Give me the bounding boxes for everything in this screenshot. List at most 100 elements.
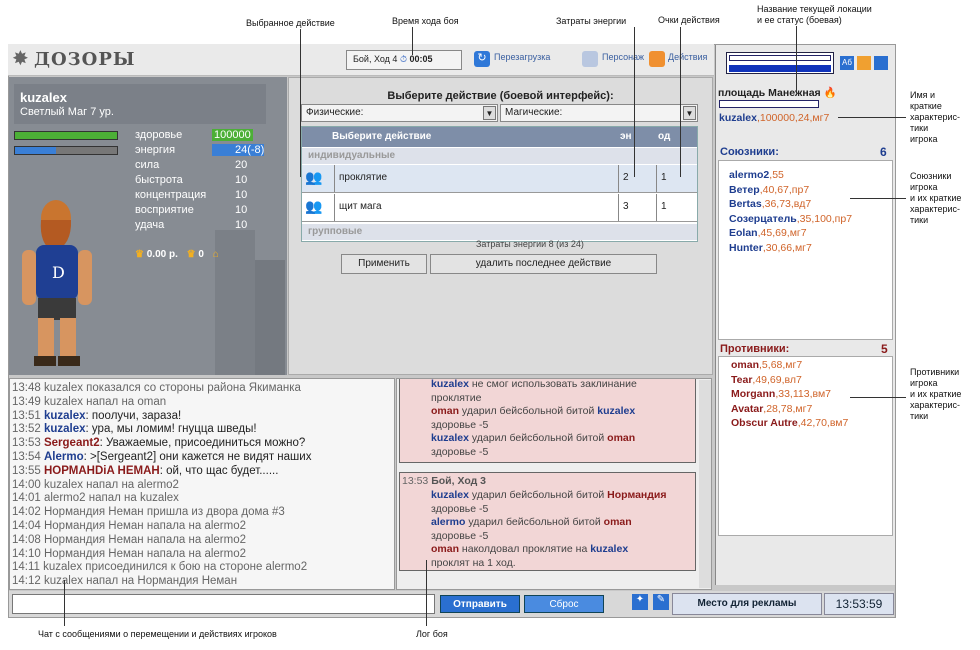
money-icon: ♛	[135, 249, 144, 260]
turn-label: Бой, Ход 4	[353, 54, 398, 64]
ally-entry[interactable]: alermo2,55	[729, 168, 852, 183]
action-row-curse[interactable]: 👥 проклятие 2 1	[302, 165, 697, 193]
chat-message: 14:04 Нормандия Неман напала на alermo2	[12, 520, 246, 532]
chat-message: 13:55 НОРМАНDiA НЕМАН: ой, что щас будет…	[12, 464, 279, 477]
energy-bar	[14, 146, 118, 155]
stat-label: энергия	[135, 144, 176, 156]
stat-value: 10	[235, 219, 248, 231]
col-od: од	[658, 131, 671, 142]
chevron-down-icon[interactable]: ▼	[483, 106, 496, 120]
allies-list: alermo2,55 Ветер,40,67,пр7 Bertas,36,73,вд…	[729, 168, 852, 255]
action-od: 1	[656, 165, 696, 192]
magic-select-label: Магические:	[505, 107, 563, 118]
callout-enemies: Противники игрока и их краткие характери…	[910, 367, 962, 421]
ally-entry[interactable]: Bertas,36,73,вд7	[729, 197, 852, 212]
self-stats: 100000,24,мг7	[759, 112, 830, 124]
stat-value: 20	[235, 159, 248, 171]
enemy-entry[interactable]: Avatar,28,78,мг7	[731, 402, 848, 417]
sun-icon[interactable]	[857, 56, 871, 70]
energy-note: Затраты энергии 8 (из 24)	[476, 239, 584, 249]
enemy-entry[interactable]: Obscur Autre,42,70,вм7	[731, 416, 848, 431]
apply-button[interactable]: Применить	[341, 254, 427, 274]
ally-entry[interactable]: Ветер,40,67,пр7	[729, 183, 852, 198]
reload-icon[interactable]: ↻	[474, 51, 490, 67]
logo: ДОЗОРЫ	[34, 49, 136, 70]
chat-message: 14:10 Нормандия Неман напала на alermo2	[12, 547, 246, 560]
status-bars	[726, 52, 834, 74]
action-od: 1	[656, 194, 696, 221]
chat-message: 14:12 kuzalex напал на Нормандия Неман	[12, 575, 238, 588]
action-name: проклятие	[334, 165, 618, 192]
stat-value: 10	[235, 174, 248, 186]
callout-energy-cost: Затраты энергии	[556, 16, 627, 26]
magic-select[interactable]: Магические: ▼	[500, 104, 698, 122]
enemy-entry[interactable]: oman,5,68,мг7	[731, 358, 848, 373]
callout-turn-time: Время хода боя	[392, 16, 459, 26]
chat-message: 13:54 Alermo: >[Sergeant2] они кажется н…	[12, 451, 312, 463]
character-avatar: D	[22, 200, 92, 366]
stat-value: 24(-8)	[212, 144, 265, 156]
enemy-entry[interactable]: Tear,49,69,вл7	[731, 373, 848, 388]
col-en: эн	[620, 131, 632, 142]
ab-icon[interactable]: Аб	[840, 56, 854, 70]
character-button[interactable]: Персонаж	[602, 52, 644, 62]
callout-battle-log: Лог боя	[416, 629, 448, 639]
items-value: 0	[198, 249, 204, 260]
people-icon: 👥	[305, 198, 323, 214]
chat-panel[interactable]: 13:48 kuzalex показался со стороны район…	[9, 378, 395, 590]
physical-select-label: Физические:	[306, 107, 364, 118]
chat-message: 13:52 kuzalex: ура, мы ломим! гнуцца шве…	[12, 423, 257, 436]
self-name[interactable]: kuzalex	[719, 112, 757, 124]
stat-value: 10	[235, 189, 248, 201]
reload-button[interactable]: Перезагрузка	[494, 52, 550, 62]
action-name: щит мага	[334, 194, 618, 221]
battle-log-scrollbar[interactable]	[699, 380, 711, 588]
action-table-header: Выберите действие эн од	[302, 127, 697, 147]
callout-location: Название текущей локации и ее статус (бо…	[757, 4, 872, 25]
ad-space[interactable]: Место для рекламы	[672, 593, 822, 615]
logo-star-icon: ✸	[12, 48, 29, 70]
battle-log-entry: kuzalex не смог использовать заклинание п…	[399, 379, 696, 463]
callout-selected-action: Выбранное действие	[246, 18, 335, 28]
wallet: ♛ 0.00 р. ♛ 0 ⌂	[135, 249, 219, 260]
edit-icon[interactable]: ✎	[653, 594, 669, 610]
actions-button[interactable]: Действия	[668, 52, 707, 62]
chat-message: 13:53 Sergeant2: Уважаемые, присоединить…	[12, 437, 306, 450]
physical-select[interactable]: Физические: ▼	[301, 104, 498, 122]
background-building	[255, 260, 285, 375]
medal-icon: ♛	[186, 249, 196, 260]
person-icon[interactable]: ✦	[632, 594, 648, 610]
ally-entry[interactable]: Hunter,30,66,мг7	[729, 241, 852, 256]
send-button[interactable]: Отправить	[440, 595, 520, 613]
enemies-title: Противники:	[720, 343, 790, 355]
battle-flame-icon: 🔥	[823, 87, 837, 99]
gear-icon[interactable]	[874, 56, 888, 70]
money-value: 0.00 р.	[146, 249, 178, 260]
chat-input[interactable]	[12, 594, 435, 614]
reset-button[interactable]: Сброс	[524, 595, 604, 613]
action-en: 2	[618, 165, 656, 192]
enemy-entry[interactable]: Morgann,33,113,вм7	[731, 387, 848, 402]
chat-message: 13:51 kuzalex: поолучи, зараза!	[12, 409, 182, 422]
chat-message: 14:11 kuzalex присоединился к бою на сто…	[12, 561, 308, 574]
delete-last-action-button[interactable]: удалить последнее действие	[430, 254, 657, 274]
turn-timer-box: Бой, Ход 4 ⏱ 00:05	[346, 50, 462, 70]
stat-label: концентрация	[135, 189, 207, 201]
enemies-list: oman,5,68,мг7 Tear,49,69,вл7 Morgann,33,11…	[731, 358, 848, 431]
action-en: 3	[618, 194, 656, 221]
allies-title: Союзники:	[720, 146, 779, 158]
home-icon[interactable]: ⌂	[213, 249, 219, 260]
chevron-down-icon[interactable]: ▼	[683, 106, 696, 120]
allies-count: 6	[880, 145, 887, 159]
ally-entry[interactable]: Созерцатель,35,100,пр7	[729, 212, 852, 227]
callout-chat: Чат с сообщениями о перемещении и действ…	[38, 629, 277, 639]
action-row-shield[interactable]: 👥 щит мага 3 1	[302, 194, 697, 222]
action-panel-title: Выберите действие (боевой интерфейс):	[387, 90, 614, 102]
actions-icon[interactable]	[649, 51, 665, 67]
group-individual: индивидуальные	[302, 148, 697, 164]
character-icon[interactable]	[582, 51, 598, 67]
self-bar	[719, 100, 819, 108]
people-icon: 👥	[305, 169, 323, 185]
location-name: площадь Манежная	[718, 87, 821, 99]
ally-entry[interactable]: Eolan,45,69,мг7	[729, 226, 852, 241]
